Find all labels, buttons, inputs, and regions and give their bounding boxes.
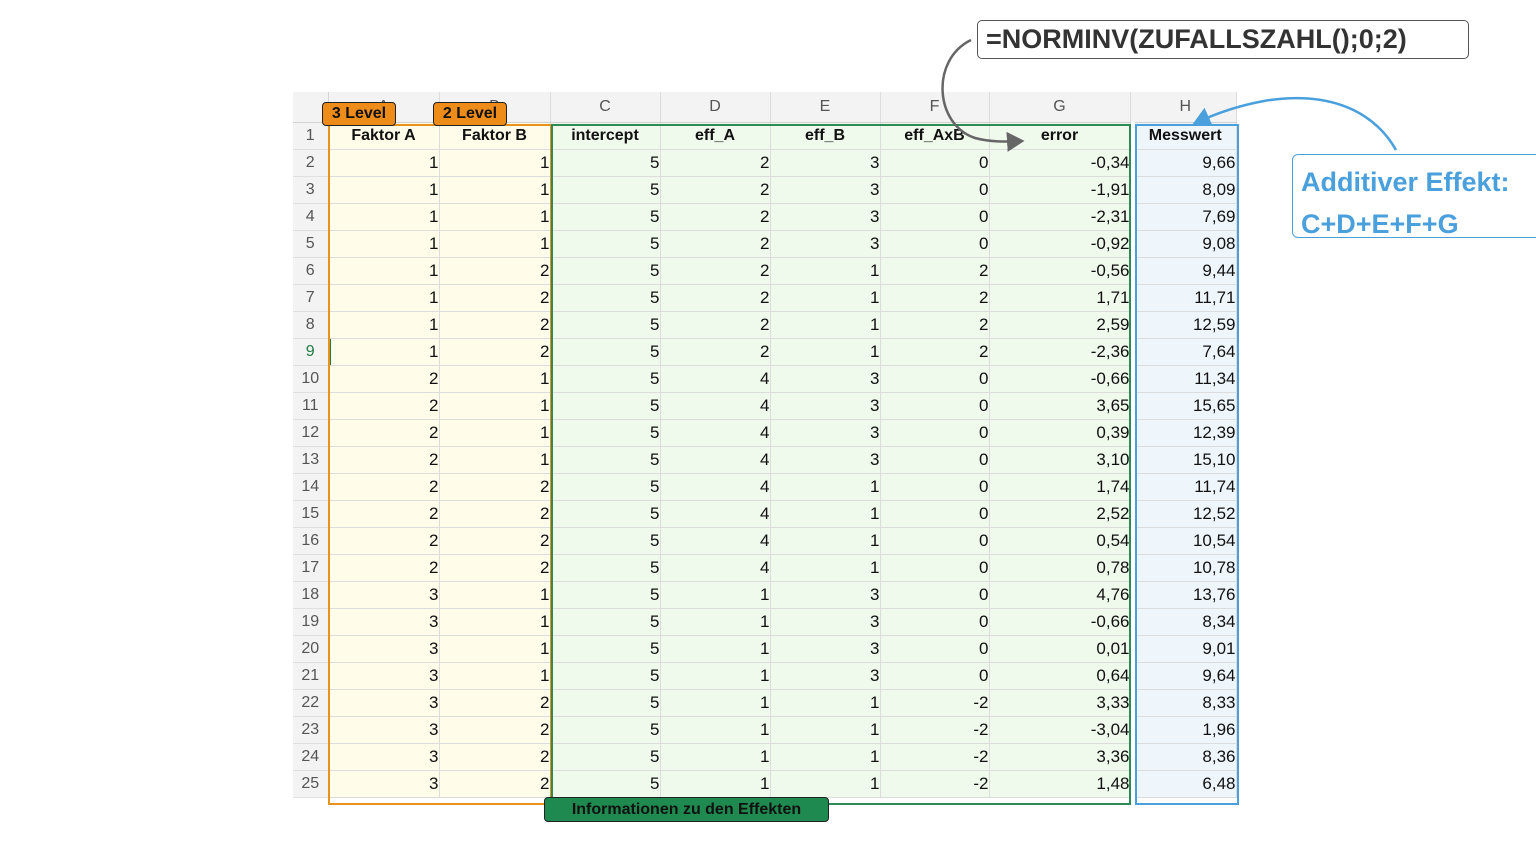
curved-arrow-icon (1192, 96, 1398, 151)
annotation-arrows (941, 38, 1398, 152)
curved-arrow-icon (941, 38, 1025, 152)
